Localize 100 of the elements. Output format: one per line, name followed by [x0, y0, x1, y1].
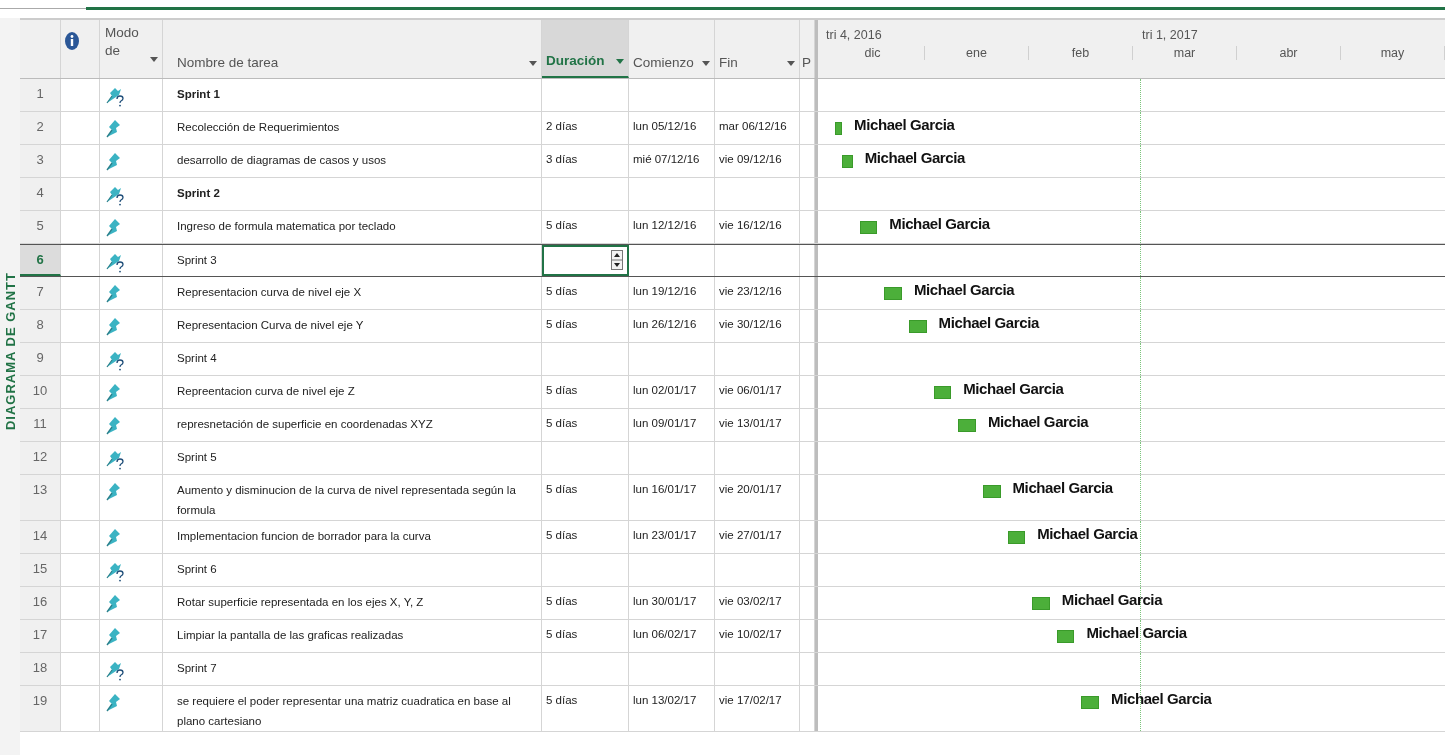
task-name: Sprint 4	[177, 351, 217, 366]
pin-question-icon	[105, 560, 125, 582]
task-bar[interactable]	[835, 122, 843, 135]
duration-cell: 5 días	[546, 384, 578, 396]
task-name: Sprint 2	[177, 186, 220, 201]
column-header[interactable]: Duración	[542, 20, 629, 78]
task-name: Aumento y disminucion de la curva de nivel representada según la formula	[177, 483, 517, 518]
start-date-cell: lun 16/01/17	[633, 483, 697, 495]
row-number[interactable]: 19	[32, 693, 48, 708]
duration-cell: 5 días	[546, 483, 578, 495]
duration-cell: 5 días	[546, 595, 578, 607]
row-number[interactable]: 12	[32, 449, 48, 464]
resource-label: Michael Garcia	[1012, 479, 1113, 496]
finish-date-cell: vie 16/12/16	[719, 219, 782, 231]
row-number[interactable]: 18	[32, 660, 48, 675]
month-label: mar	[1133, 46, 1237, 60]
caret-icon[interactable]	[616, 59, 624, 64]
finish-date-cell: mar 06/12/16	[719, 120, 787, 132]
column-header: Nombre de tarea	[177, 55, 279, 70]
resource-label: Michael Garcia	[913, 281, 1015, 298]
finish-date-cell: vie 23/12/16	[719, 285, 782, 297]
task-name: Recolección de Requerimientos	[177, 120, 340, 135]
column-header: Fin	[719, 55, 738, 70]
pin-icon	[105, 593, 121, 613]
finish-date-cell: vie 03/02/17	[719, 595, 782, 607]
month-label: feb	[1029, 46, 1133, 60]
quarter-label: tri 4, 2016	[826, 28, 882, 42]
row-number[interactable]: 6	[36, 252, 44, 267]
pin-question-icon	[105, 85, 125, 107]
task-bar[interactable]	[859, 221, 878, 234]
row-number[interactable]: 5	[36, 218, 44, 233]
task-bar[interactable]	[1081, 696, 1100, 709]
row-number[interactable]: 8	[36, 317, 44, 332]
caret-icon[interactable]	[150, 57, 158, 62]
start-date-cell: lun 19/12/16	[633, 285, 697, 297]
column-header: Comienzo	[633, 55, 694, 70]
task-bar[interactable]	[1007, 531, 1026, 544]
resource-label: Michael Garcia	[987, 413, 1089, 430]
row-number[interactable]: 13	[32, 482, 48, 497]
pin-icon	[105, 415, 121, 435]
resource-label: Michael Garcia	[864, 149, 965, 166]
row-number[interactable]: 9	[36, 350, 44, 365]
pin-icon	[105, 217, 121, 237]
row-number[interactable]: 1	[36, 86, 44, 101]
row-number[interactable]: 14	[32, 528, 48, 543]
row-number[interactable]: 11	[33, 416, 47, 431]
task-bar[interactable]	[933, 386, 952, 399]
pin-icon	[105, 151, 121, 171]
month-label: abr	[1237, 46, 1341, 60]
pin-question-icon	[105, 659, 125, 681]
resource-label: Michael Garcia	[854, 116, 955, 133]
finish-date-cell: vie 06/01/17	[719, 384, 782, 396]
finish-date-cell: vie 09/12/16	[719, 153, 782, 165]
finish-date-cell: vie 20/01/17	[719, 483, 782, 495]
caret-icon[interactable]	[702, 61, 710, 66]
task-name: Sprint 3	[177, 253, 217, 268]
start-date-cell: lun 06/02/17	[633, 628, 697, 640]
pin-icon	[105, 692, 121, 712]
pin-icon	[105, 118, 121, 138]
caret-icon[interactable]	[529, 61, 537, 66]
task-name: Sprint 1	[177, 87, 220, 102]
task-name: Sprint 6	[177, 562, 217, 577]
row-number[interactable]: 17	[32, 627, 48, 642]
start-date-cell: lun 02/01/17	[633, 384, 697, 396]
resource-label: Michael Garcia	[963, 380, 1064, 397]
task-name: Sprint 5	[177, 450, 217, 465]
row-number[interactable]: 7	[36, 284, 44, 299]
row-number[interactable]: 3	[36, 152, 44, 167]
task-bar[interactable]	[982, 485, 1001, 498]
task-name: represnetación de superficie en coordenadas XYZ	[177, 417, 433, 432]
view-label: DIAGRAMA DE GANTT	[2, 272, 18, 431]
task-name: se requiere el poder representar una matriz cuadratica en base al plano cartesiano	[177, 694, 512, 729]
finish-date-cell: vie 10/02/17	[719, 628, 782, 640]
duration-cell: 5 días	[546, 219, 578, 231]
task-name: Repreentacion curva de nivel eje Z	[177, 384, 355, 399]
row-number[interactable]: 15	[32, 561, 48, 576]
row-number[interactable]: 2	[36, 119, 44, 134]
caret-icon[interactable]	[787, 61, 795, 66]
start-date-cell: lun 09/01/17	[633, 417, 697, 429]
duration-cell: 5 días	[546, 318, 578, 330]
finish-date-cell: vie 30/12/16	[719, 318, 782, 330]
column-header: Modo de	[105, 24, 139, 60]
finish-date-cell: vie 17/02/17	[719, 694, 782, 706]
start-date-cell: lun 05/12/16	[633, 120, 697, 132]
resource-label: Michael Garcia	[1061, 591, 1163, 608]
resource-label: Michael Garcia	[1111, 690, 1212, 707]
quarter-label: tri 1, 2017	[1142, 28, 1198, 42]
row-number[interactable]: 10	[32, 383, 48, 398]
task-bar[interactable]	[1056, 630, 1075, 643]
duration-cell: 5 días	[546, 529, 578, 541]
duration-cell: 2 días	[546, 120, 578, 132]
spinner-icon[interactable]	[611, 250, 623, 270]
row-number[interactable]: 4	[36, 185, 44, 200]
pin-question-icon	[105, 448, 125, 470]
pin-question-icon	[105, 184, 125, 206]
finish-date-cell: vie 13/01/17	[719, 417, 782, 429]
pin-icon	[105, 527, 121, 547]
row-number[interactable]: 16	[32, 594, 48, 609]
resource-label: Michael Garcia	[938, 314, 1039, 331]
pin-question-icon	[105, 251, 125, 273]
